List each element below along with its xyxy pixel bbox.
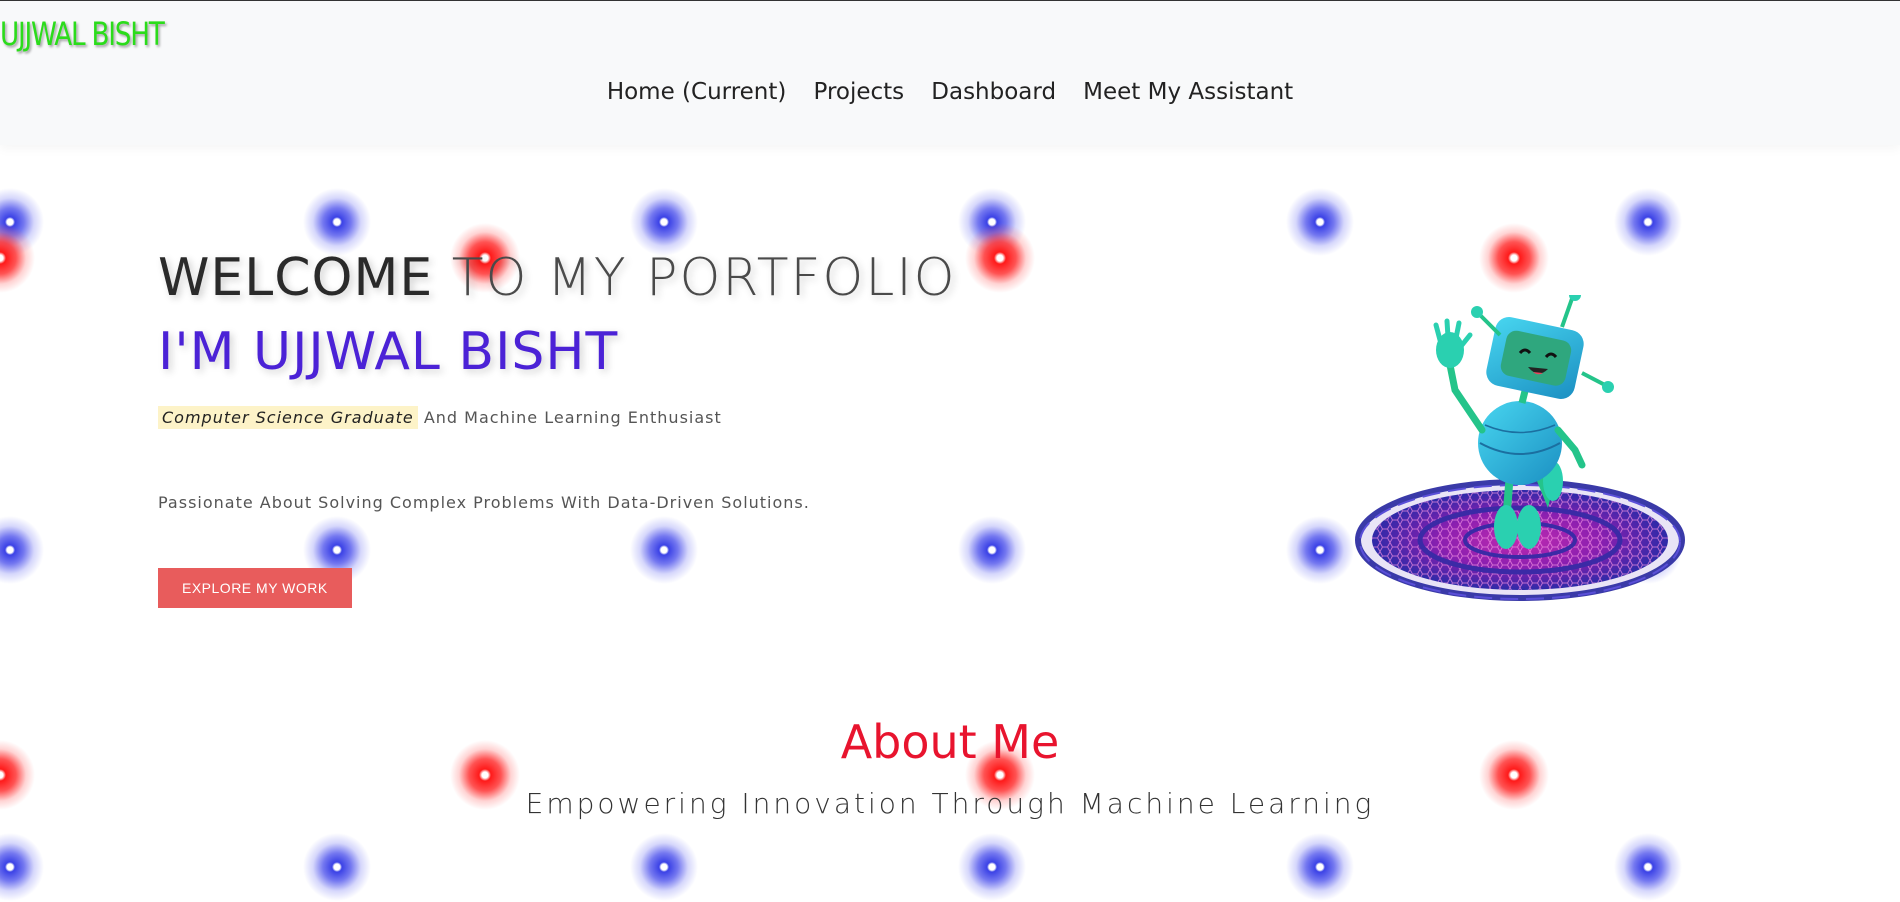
navbar: UJJWAL BISHT Home (Current) Projects Das… [0, 0, 1900, 145]
tagline: Computer Science Graduate And Machine Le… [158, 406, 957, 429]
brand-logo[interactable]: UJJWAL BISHT [0, 15, 165, 53]
particle-dot [0, 832, 45, 902]
explore-work-button[interactable]: EXPLORE MY WORK [158, 568, 352, 608]
welcome-bold: WELCOME [158, 248, 434, 308]
particle-dot [1285, 832, 1355, 902]
about-title: About Me [840, 715, 1060, 769]
particle-dot [1613, 187, 1683, 257]
particle-dot [957, 832, 1027, 902]
name-heading: I'M UJJWAL BISHT [158, 322, 619, 382]
welcome-heading: WELCOME TO MY PORTFOLIO [158, 248, 957, 308]
particle-dot [957, 187, 1027, 257]
nav-link-home[interactable]: Home (Current) [607, 79, 787, 105]
about-subtitle: Empowering Innovation Through Machine Le… [525, 787, 1375, 820]
waving-robot-icon [1350, 289, 1690, 625]
passion-statement: Passionate About Solving Complex Problem… [158, 493, 810, 512]
particle-dot [957, 515, 1027, 585]
particle-dot [0, 515, 45, 585]
particle-dot [1479, 223, 1549, 293]
particle-dot [0, 223, 35, 293]
particle-dot [1285, 515, 1355, 585]
particle-dot [0, 187, 45, 257]
hero-section: WELCOME TO MY PORTFOLIO I'M UJJWAL BISHT… [158, 248, 957, 608]
welcome-light: TO MY PORTFOLIO [433, 248, 957, 308]
tagline-highlight: Computer Science Graduate [158, 406, 418, 429]
about-section: About Me Empowering Innovation Through M… [0, 715, 1900, 820]
particle-dot [302, 187, 372, 257]
particle-dot [629, 187, 699, 257]
particle-dot [1285, 187, 1355, 257]
particle-dot [965, 223, 1035, 293]
particle-dot [1613, 832, 1683, 902]
particle-dot [302, 832, 372, 902]
nav-link-projects[interactable]: Projects [813, 79, 904, 105]
nav-link-dashboard[interactable]: Dashboard [931, 79, 1056, 105]
nav-link-assistant[interactable]: Meet My Assistant [1083, 79, 1293, 105]
particle-dot [629, 832, 699, 902]
tagline-text: And Machine Learning Enthusiast [417, 408, 722, 427]
nav-menu: Home (Current) Projects Dashboard Meet M… [0, 79, 1900, 105]
